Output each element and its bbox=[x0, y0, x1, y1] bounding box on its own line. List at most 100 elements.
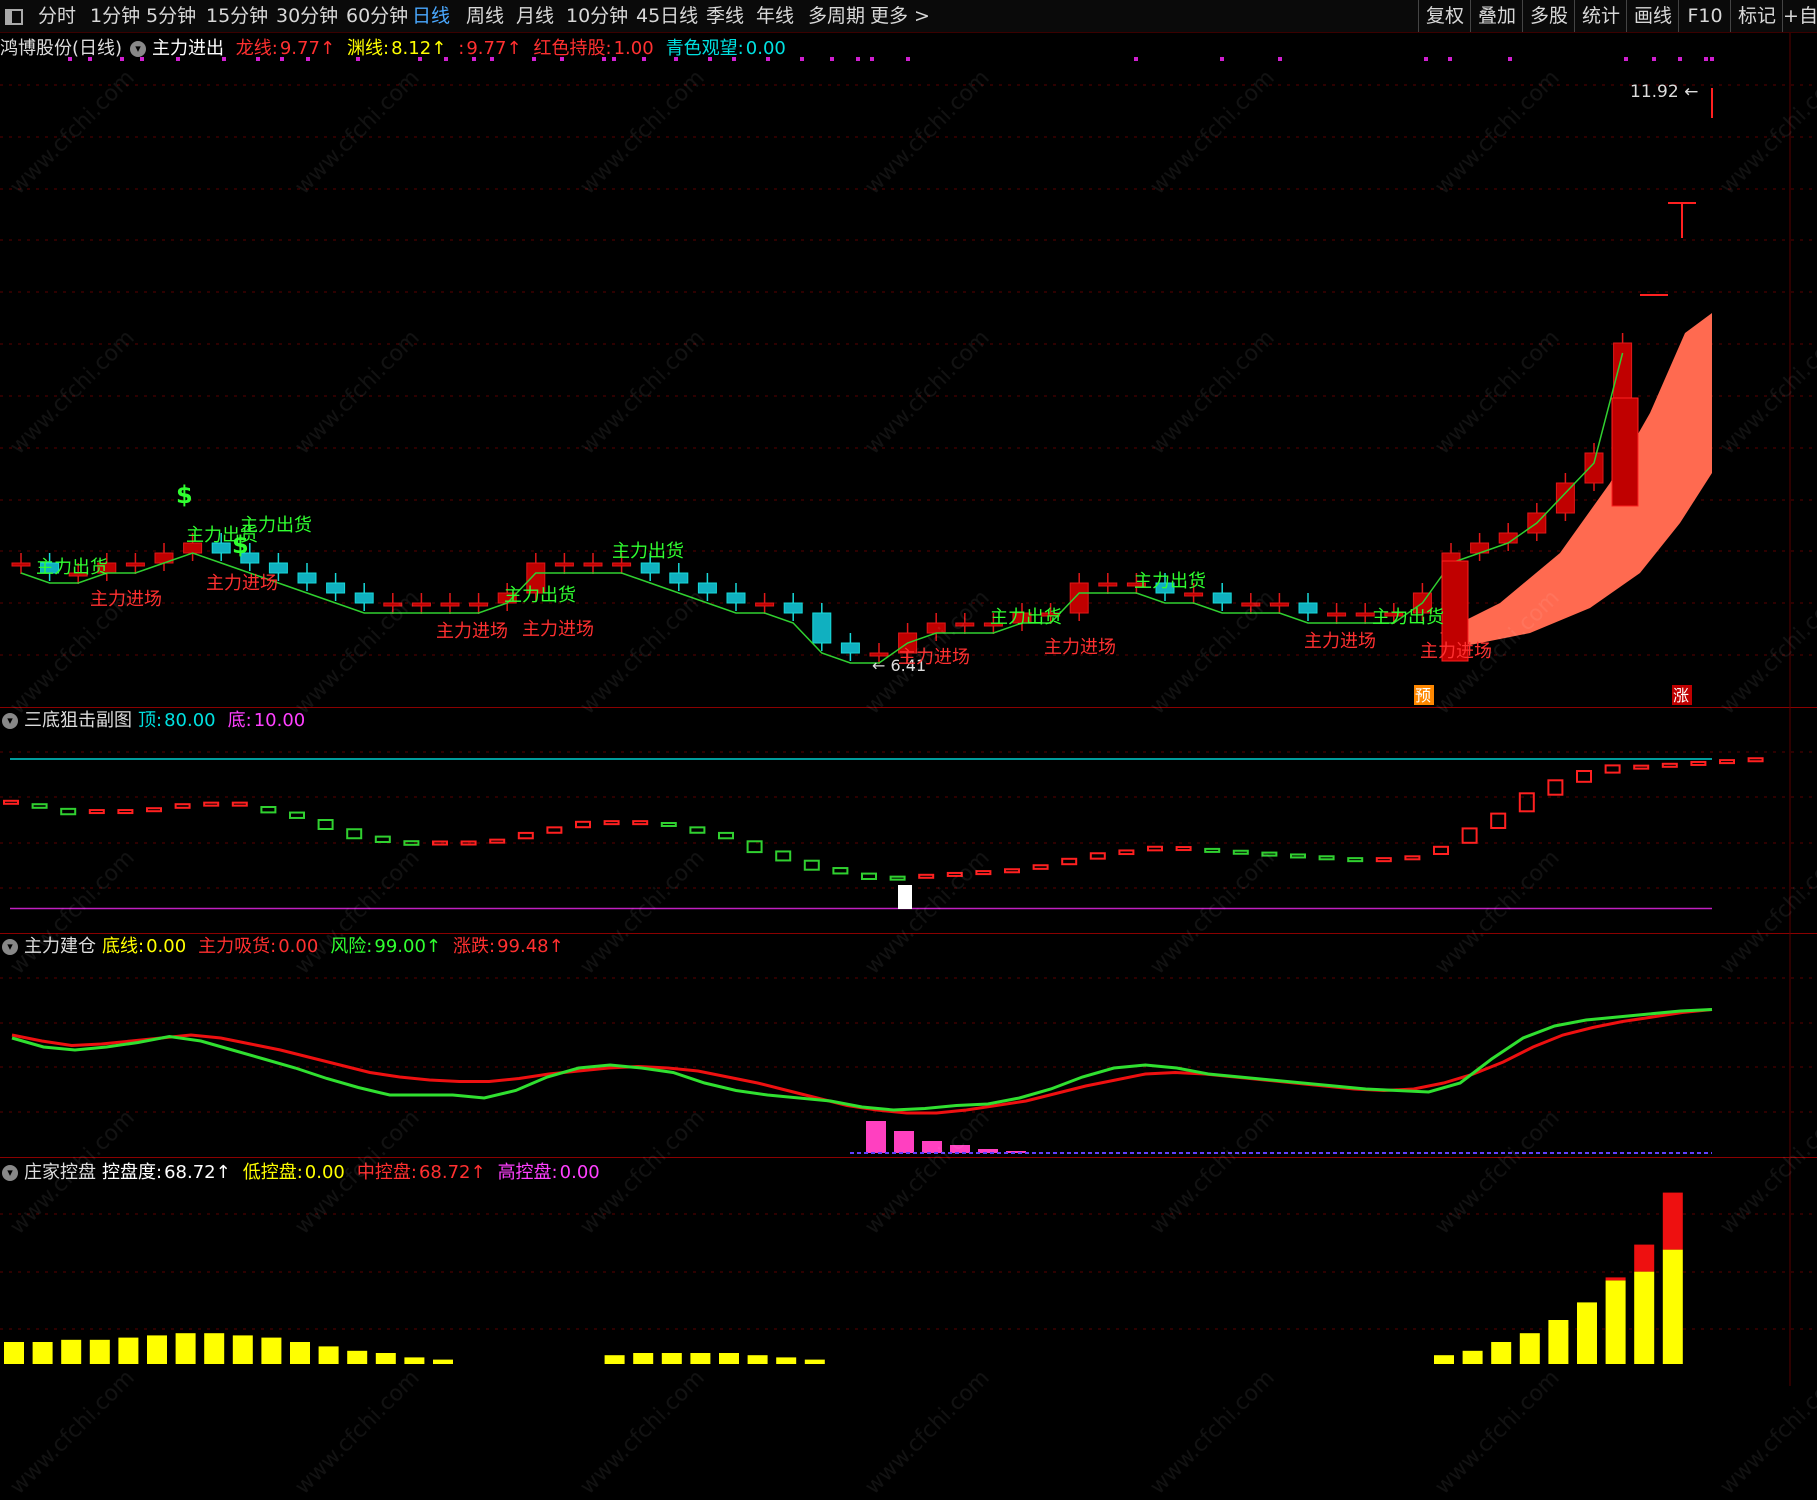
control-bar bbox=[719, 1353, 739, 1364]
signal-dot bbox=[256, 57, 260, 61]
sandi-bar bbox=[861, 872, 877, 881]
sandi-bar bbox=[1633, 764, 1650, 770]
control-bar bbox=[747, 1355, 768, 1364]
period-tab-6[interactable]: 日线 bbox=[412, 0, 450, 32]
control-bar bbox=[375, 1353, 396, 1364]
signal-dot bbox=[306, 57, 310, 61]
period-tab-10[interactable]: 45日线 bbox=[636, 0, 698, 32]
signal-dot bbox=[1704, 57, 1708, 61]
signal-dot bbox=[906, 57, 910, 61]
jiancang-chart[interactable] bbox=[0, 933, 1817, 1157]
sandi-bar bbox=[117, 809, 134, 815]
candle-body bbox=[411, 602, 431, 607]
signal-in-label: 主力进场 bbox=[1044, 637, 1116, 658]
toolbar-button-3[interactable]: 统计 bbox=[1574, 0, 1627, 32]
signal-out-label: 主力出货 bbox=[612, 541, 684, 562]
period-tab-0[interactable]: 分时 bbox=[38, 0, 76, 32]
signal-dot bbox=[800, 57, 804, 61]
candle-body bbox=[1298, 602, 1318, 614]
signal-in-label: 主力进场 bbox=[436, 621, 508, 642]
sandi-bar bbox=[1719, 759, 1735, 765]
signal-dot bbox=[1134, 57, 1138, 61]
candle-body bbox=[1098, 582, 1118, 587]
control-bar bbox=[1434, 1355, 1454, 1364]
candle-body bbox=[783, 602, 803, 614]
toolbar-button-7[interactable]: +自 bbox=[1782, 0, 1817, 32]
sandi-bar bbox=[803, 859, 820, 871]
window-menu-icon[interactable] bbox=[4, 0, 30, 32]
signal-dot bbox=[532, 57, 536, 61]
period-tab-4[interactable]: 30分钟 bbox=[276, 0, 338, 32]
control-bar bbox=[175, 1333, 196, 1364]
period-tab-2[interactable]: 5分钟 bbox=[146, 0, 196, 32]
sandi-bar bbox=[1518, 792, 1535, 813]
control-bar bbox=[347, 1350, 368, 1364]
toolbar-button-1[interactable]: 叠加 bbox=[1470, 0, 1523, 32]
toolbar-button-4[interactable]: 画线 bbox=[1626, 0, 1679, 32]
sandi-bar bbox=[632, 820, 649, 826]
signal-dot bbox=[1678, 57, 1682, 61]
zhang-tag-label: 涨 bbox=[1673, 686, 1689, 705]
sandi-bar bbox=[174, 803, 191, 809]
sandi-bar bbox=[489, 838, 506, 844]
sandi-bar bbox=[517, 831, 534, 840]
sandi-chart[interactable] bbox=[0, 707, 1817, 933]
signal-dot bbox=[140, 57, 144, 61]
sandi-bar bbox=[946, 871, 963, 877]
toolbar-button-2[interactable]: 多股 bbox=[1522, 0, 1575, 32]
control-bar bbox=[32, 1342, 53, 1364]
period-tab-5[interactable]: 60分钟 bbox=[346, 0, 408, 32]
absorb-bar bbox=[894, 1131, 914, 1153]
candle-body bbox=[11, 562, 31, 567]
sandi-bar bbox=[3, 799, 19, 805]
yu-tag-label: 预 bbox=[1415, 686, 1431, 705]
sandi-bar bbox=[1290, 853, 1306, 859]
candle-body bbox=[469, 602, 489, 607]
absorb-bar bbox=[978, 1149, 998, 1153]
period-tab-8[interactable]: 月线 bbox=[516, 0, 554, 32]
sandi-bar bbox=[1547, 779, 1564, 796]
period-tab-9[interactable]: 10分钟 bbox=[566, 0, 628, 32]
period-tab-12[interactable]: 年线 bbox=[756, 0, 794, 32]
toolbar-button-0[interactable]: 复权 bbox=[1418, 0, 1471, 32]
control-bar bbox=[290, 1342, 310, 1364]
period-tab-13[interactable]: 多周期 bbox=[808, 0, 865, 32]
period-tab-14[interactable]: 更多 > bbox=[870, 0, 930, 32]
period-tab-1[interactable]: 1分钟 bbox=[90, 0, 140, 32]
sandi-bar bbox=[575, 820, 591, 829]
candlestick-chart[interactable]: 11.92 ←← 6.41主力进场主力进场主力进场 主力进场主力进场 主力进场 主力进… bbox=[0, 33, 1817, 707]
control-bar-high bbox=[1605, 1277, 1626, 1281]
signal-dot bbox=[856, 57, 860, 61]
control-bar bbox=[318, 1346, 339, 1364]
sandi-bar bbox=[1147, 845, 1163, 852]
signal-dot bbox=[642, 57, 646, 61]
candle-body bbox=[583, 562, 603, 567]
toolbar-button-6[interactable]: 标记 bbox=[1730, 0, 1783, 32]
candle-body bbox=[612, 562, 632, 567]
jiancang-panel: ▾ 主力建仓 底线: 0.00 主力吸货: 0.00 风险: 99.00↑ 涨跌: 99.48↑ bbox=[0, 933, 1817, 1158]
control-bar bbox=[261, 1337, 282, 1364]
sandi-bar bbox=[146, 807, 162, 813]
period-tab-7[interactable]: 周线 bbox=[466, 0, 504, 32]
sandi-bar bbox=[1404, 855, 1421, 861]
period-tab-11[interactable]: 季线 bbox=[706, 0, 744, 32]
sandi-bar bbox=[1061, 857, 1078, 866]
sandi-bar bbox=[374, 835, 391, 844]
sandi-bar bbox=[1004, 868, 1020, 874]
sandi-bar bbox=[832, 867, 849, 875]
sandi-bar bbox=[60, 807, 77, 816]
signal-dot bbox=[602, 57, 606, 61]
period-tab-3[interactable]: 15分钟 bbox=[206, 0, 268, 32]
control-bar bbox=[61, 1339, 82, 1364]
control-bar-high bbox=[1634, 1244, 1655, 1272]
signal-dot bbox=[708, 57, 712, 61]
signal-dot bbox=[222, 57, 226, 61]
sandi-bar bbox=[1576, 770, 1592, 783]
signal-dot bbox=[418, 57, 422, 61]
kongpan-chart[interactable] bbox=[0, 1157, 1817, 1386]
sandi-bar bbox=[231, 801, 248, 807]
sandi-panel: ▾ 三底狙击副图 顶: 80.00 底: 10.00 bbox=[0, 707, 1817, 934]
toolbar-button-5[interactable]: F10 bbox=[1678, 0, 1731, 32]
sandi-bar bbox=[603, 820, 620, 826]
control-bar bbox=[204, 1333, 225, 1364]
